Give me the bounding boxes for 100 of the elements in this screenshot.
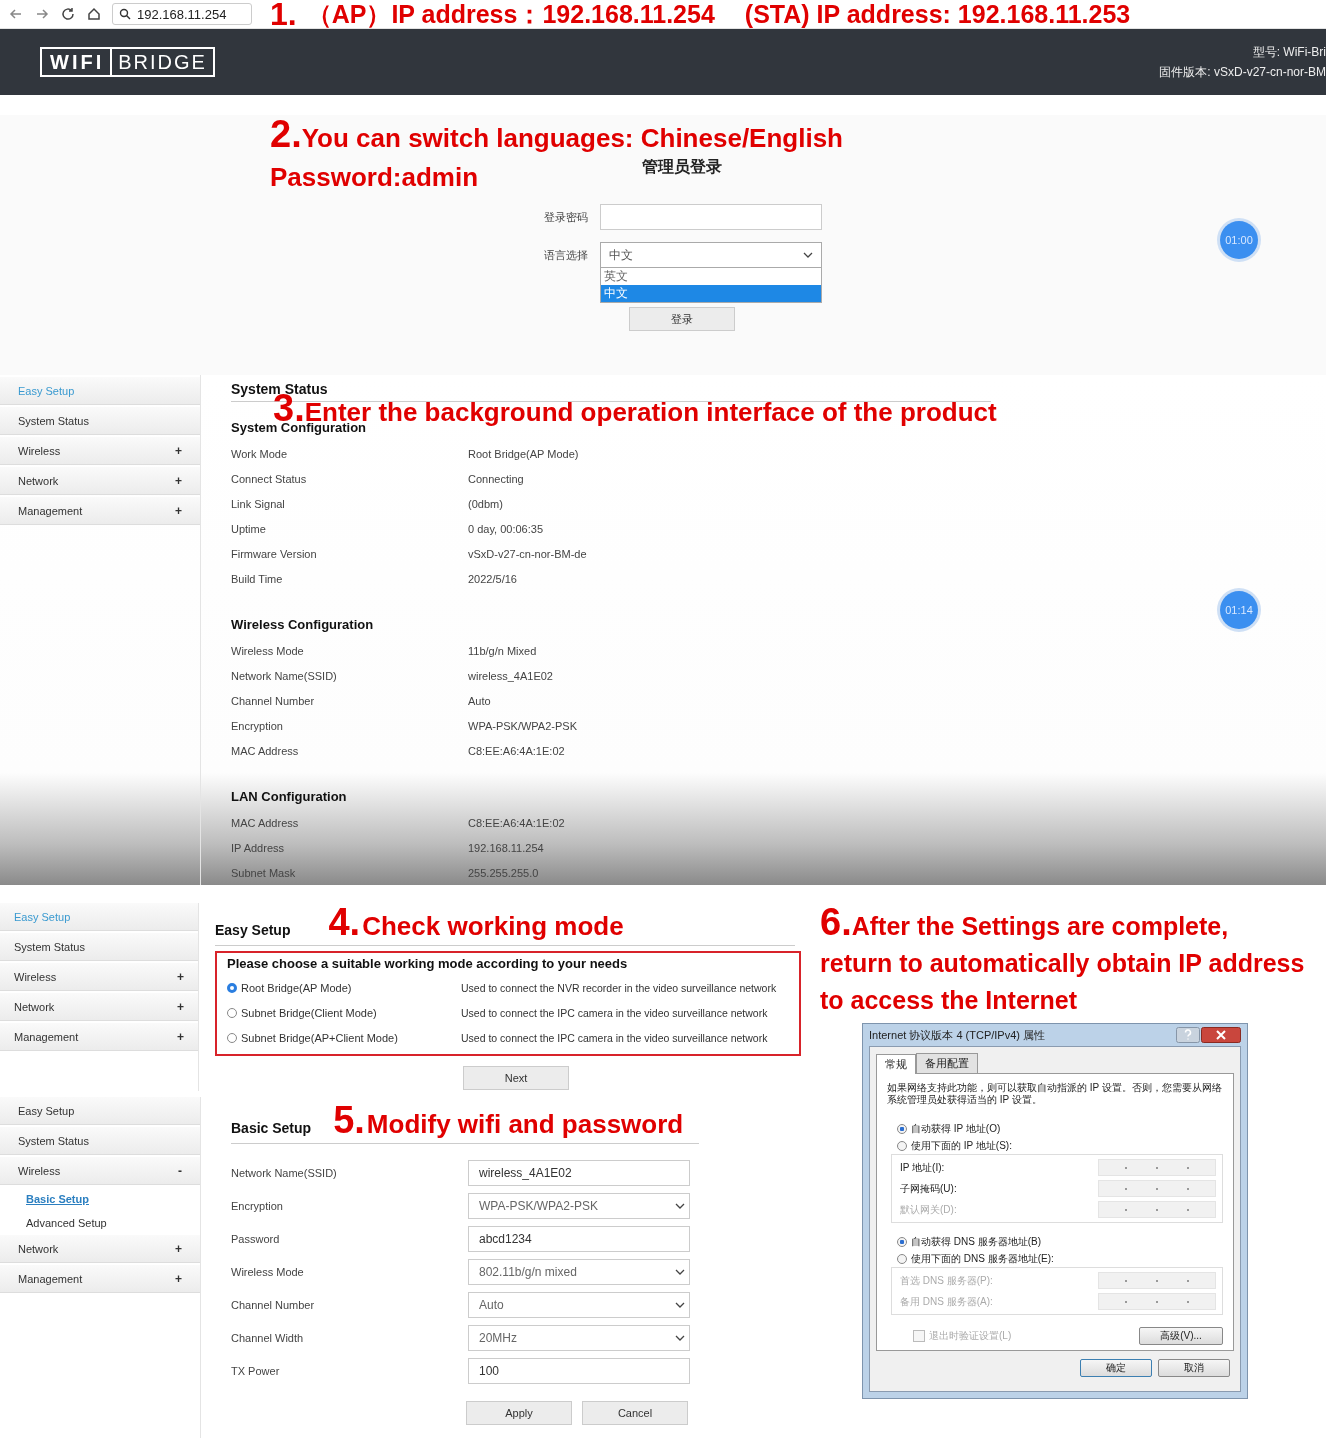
option-label: Root Bridge(AP Mode) — [241, 981, 352, 994]
toggle-sign: - — [178, 1163, 182, 1178]
sidebar-item[interactable]: Network + — [0, 467, 200, 495]
menu-label: Management — [14, 1030, 79, 1043]
description-text: 如果网络支持此功能，则可以获取自动指派的 IP 设置。否则，您需要从网络系统管理员处获得适当的 IP 设置。 — [887, 1082, 1223, 1106]
menu-label: System Status — [18, 414, 89, 427]
annotation-text: （AP）IP address：192.168.11.254 — [306, 0, 715, 29]
section-title: Wireless Configuration — [231, 617, 375, 632]
chevron-icon — [675, 1301, 685, 1308]
field-label: Channel Number — [231, 694, 316, 707]
url-text: 192.168.11.254 — [137, 6, 227, 22]
help-icon[interactable] — [1176, 1027, 1200, 1043]
field-value: Connecting — [468, 472, 524, 485]
radio-button[interactable] — [227, 1007, 237, 1018]
annotation-text: Password:admin — [270, 162, 479, 193]
address-field[interactable]: 192.168.11.254 — [112, 3, 252, 25]
ip-address-field[interactable] — [1098, 1272, 1216, 1289]
select-field[interactable]: 20MHz — [468, 1324, 690, 1351]
sidebar-item[interactable]: Network + — [0, 993, 198, 1021]
model-text: 型号: WiFi-Bri — [1252, 43, 1326, 61]
language-select[interactable]: 中文 — [600, 242, 822, 268]
field-value: WPA-PSK/WPA2-PSK — [468, 719, 577, 732]
select-field[interactable]: WPA-PSK/WPA2-PSK — [468, 1192, 690, 1219]
sidebar-item[interactable]: Management + — [0, 1023, 198, 1051]
sidebar-item[interactable]: System Status — [0, 407, 200, 435]
field-value: Root Bridge(AP Mode) — [468, 447, 579, 460]
submenu-link[interactable]: Advanced Setup — [26, 1217, 200, 1229]
field-value: C8:EE:A6:4A:1E:02 — [468, 816, 565, 829]
ip-address-field[interactable] — [1098, 1201, 1216, 1218]
field-value: 2022/5/16 — [468, 572, 517, 585]
field-label: 备用 DNS 服务器(A): — [900, 1294, 993, 1309]
radio-button[interactable] — [897, 1253, 907, 1264]
radio-button[interactable] — [227, 982, 237, 993]
radio-button[interactable] — [897, 1236, 907, 1247]
option-label: Subnet Bridge(Client Mode) — [241, 1006, 377, 1019]
form-button[interactable]: Cancel — [582, 1401, 688, 1425]
toggle-sign: + — [177, 999, 184, 1014]
radio-button[interactable] — [897, 1123, 907, 1134]
field-label: Wireless Mode — [231, 1265, 305, 1278]
radio-button[interactable] — [227, 1032, 237, 1043]
close-icon[interactable] — [1201, 1027, 1241, 1043]
dropdown-option[interactable]: 中文 — [601, 285, 821, 302]
window-title: Internet 协议版本 4 (TCP/IPv4) 属性 — [869, 1027, 1046, 1043]
menu-label: Easy Setup — [18, 384, 75, 397]
password-field[interactable] — [600, 204, 822, 230]
field-label: Wireless Mode — [231, 644, 305, 657]
dialog-tab[interactable]: 常规 — [876, 1054, 916, 1074]
field-value: Auto — [468, 694, 491, 707]
sidebar-item[interactable]: Wireless + — [0, 963, 198, 991]
select-field[interactable]: Auto — [468, 1291, 690, 1318]
option-label: 使用下面的 IP 地址(S): — [911, 1138, 1012, 1153]
field-label: Network Name(SSID) — [231, 1166, 338, 1179]
field-label: IP Address — [231, 841, 285, 854]
dialog-tab[interactable]: 备用配置 — [916, 1053, 978, 1073]
menu-label: Network — [14, 1000, 55, 1013]
ip-address-field[interactable] — [1098, 1159, 1216, 1176]
input-field[interactable]: 100 — [468, 1357, 690, 1384]
sidebar-item[interactable]: Management + — [0, 497, 200, 525]
toggle-sign: + — [175, 1241, 182, 1256]
language-label: 语言选择 — [543, 248, 589, 263]
home-icon[interactable] — [86, 6, 102, 22]
field-label: Build Time — [231, 572, 284, 585]
toggle-sign: + — [175, 443, 182, 458]
input-field[interactable]: wireless_4A1E02 — [468, 1159, 690, 1186]
sidebar-item[interactable]: Network + — [0, 1235, 200, 1263]
sidebar-item[interactable]: Wireless + — [0, 437, 200, 465]
option-description: Used to connect the IPC camera in the video surveillance network — [461, 1006, 768, 1019]
sidebar-item[interactable]: System Status — [0, 933, 198, 961]
submenu-link[interactable]: Basic Setup — [26, 1193, 200, 1205]
field-label: 默认网关(D): — [900, 1202, 957, 1217]
toggle-sign: + — [175, 1271, 182, 1286]
form-button[interactable]: Apply — [466, 1401, 572, 1425]
dropdown-option[interactable]: 英文 — [601, 268, 821, 285]
menu-label: Network — [18, 1242, 59, 1255]
field-label: Encryption — [231, 719, 284, 732]
field-value: 0 day, 00:06:35 — [468, 522, 544, 535]
ok-button[interactable]: 确定 — [1080, 1359, 1152, 1377]
sidebar-item[interactable]: Management + — [0, 1265, 200, 1293]
step-number: 5. — [333, 1101, 365, 1139]
next-button[interactable]: Next — [463, 1066, 569, 1090]
sidebar-item[interactable]: Wireless - — [0, 1157, 200, 1185]
logo-text: WIFI — [42, 49, 113, 75]
field-value: vSxD-v27-cn-nor-BM-de — [468, 547, 587, 560]
sidebar-item[interactable]: Easy Setup — [0, 1097, 200, 1125]
option-label: 自动获得 DNS 服务器地址(B) — [911, 1234, 1041, 1249]
cancel-button[interactable]: 取消 — [1158, 1359, 1230, 1377]
toggle-sign: + — [175, 473, 182, 488]
login-button[interactable]: 登录 — [629, 307, 735, 331]
option-label: 使用下面的 DNS 服务器地址(E): — [911, 1251, 1054, 1266]
ip-address-field[interactable] — [1098, 1180, 1216, 1197]
advanced-button[interactable]: 高级(V)... — [1139, 1327, 1223, 1345]
select-field[interactable]: 802.11b/g/n mixed — [468, 1258, 690, 1285]
sidebar-item[interactable]: System Status — [0, 1127, 200, 1155]
radio-button[interactable] — [897, 1140, 907, 1151]
ip-address-field[interactable] — [1098, 1293, 1216, 1310]
menu-label: Wireless — [18, 444, 61, 457]
annotation-text: (STA) IP address: 192.168.11.253 — [744, 0, 1131, 29]
input-field[interactable]: abcd1234 — [468, 1225, 690, 1252]
reload-icon[interactable] — [60, 6, 76, 22]
field-label: TX Power — [231, 1364, 281, 1377]
